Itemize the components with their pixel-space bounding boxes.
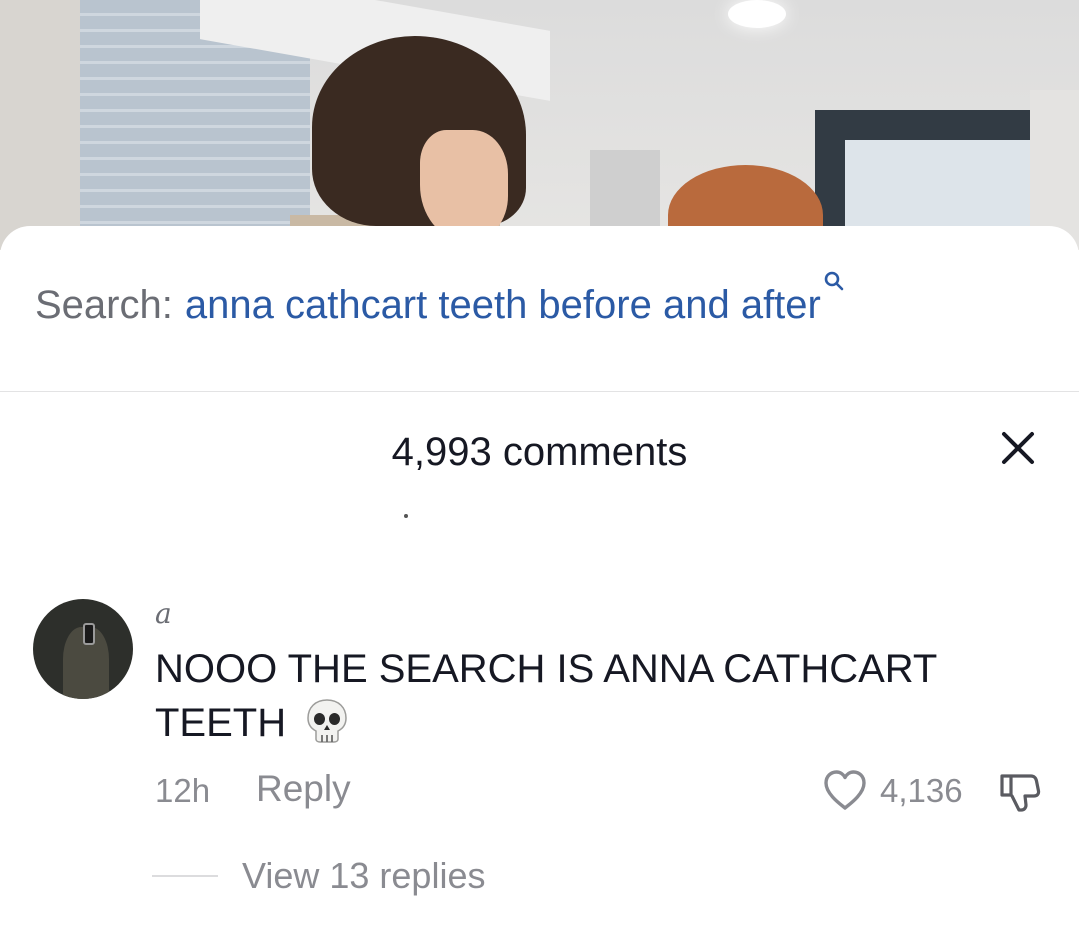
search-icon	[824, 271, 844, 291]
search-suggestion[interactable]: Search: anna cathcart teeth before and a…	[35, 271, 845, 333]
divider	[0, 391, 1079, 392]
skull-emoji-icon	[307, 699, 348, 743]
search-query-link[interactable]: anna cathcart teeth before and after	[185, 283, 821, 328]
comment-text: NOOO THE SEARCH IS ANNA CATHCART TEETH	[155, 642, 1015, 750]
comment-timestamp: 12h	[155, 772, 211, 809]
loading-dot	[404, 514, 408, 518]
replies-divider-line	[152, 875, 218, 877]
close-icon[interactable]	[998, 428, 1038, 468]
reply-button[interactable]: Reply	[256, 768, 351, 810]
comment-body: NOOO THE SEARCH IS ANNA CATHCART TEETH	[155, 647, 937, 745]
video-background	[0, 0, 1079, 250]
view-replies-button[interactable]: View 13 replies	[242, 855, 485, 897]
search-prefix: Search:	[35, 283, 173, 327]
comments-count-title: 4,993 comments	[391, 430, 688, 474]
like-count: 4,136	[880, 772, 963, 809]
avatar[interactable]	[33, 599, 133, 699]
heart-icon[interactable]	[822, 768, 868, 812]
comment-username[interactable]: a	[155, 597, 172, 630]
thumbs-down-icon[interactable]	[998, 770, 1042, 814]
